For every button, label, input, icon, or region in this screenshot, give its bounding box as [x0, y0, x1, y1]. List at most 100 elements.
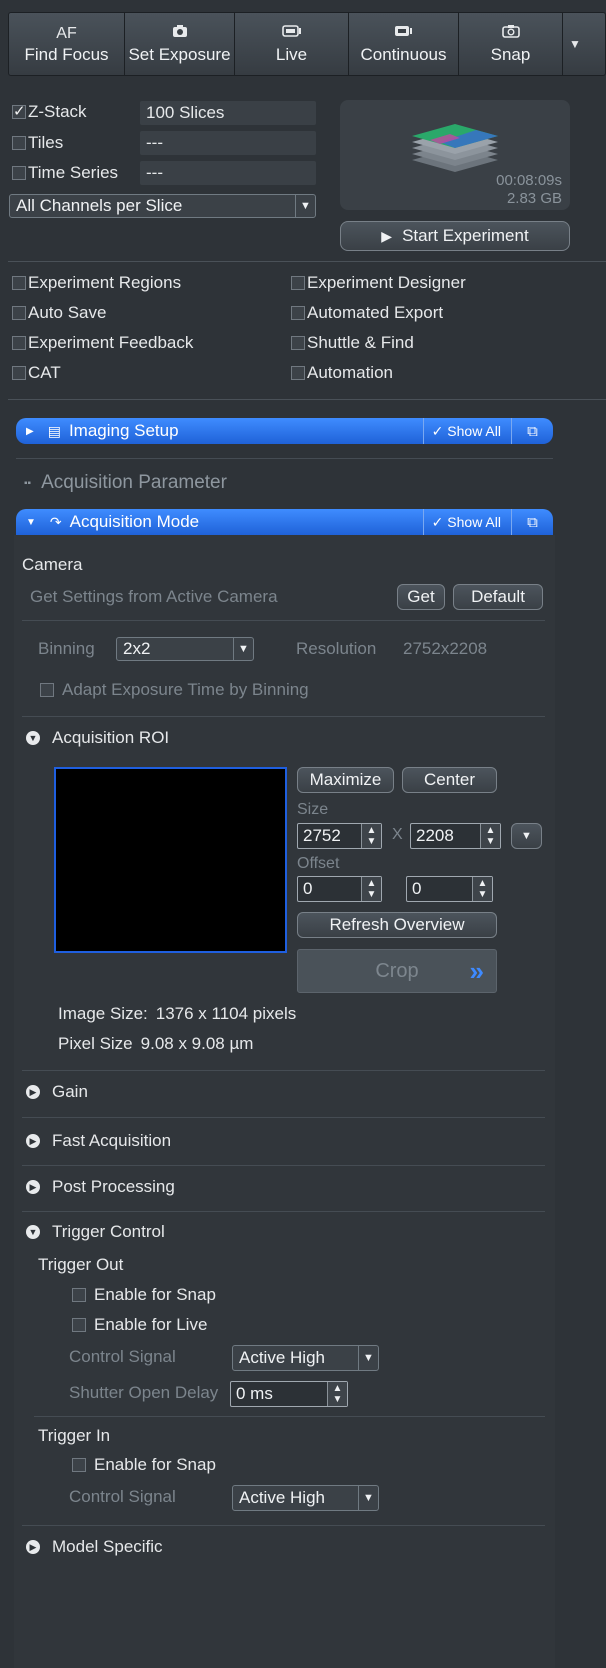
live-button[interactable]: Live	[235, 13, 349, 75]
size-height-spinner[interactable]: 2208 ▲ ▼	[410, 823, 501, 849]
trigger-control-section[interactable]: ▼ Trigger Control	[26, 1222, 165, 1242]
show-all-toggle[interactable]: ✓ Show All	[422, 418, 509, 444]
binning-dropdown[interactable]: 2x2 ▼	[116, 637, 254, 661]
enable-live-label: Enable for Live	[94, 1315, 208, 1334]
tiles-checkbox[interactable]: Tiles	[12, 133, 63, 153]
zstack-check[interactable]	[12, 102, 26, 120]
set-exposure-button[interactable]: Set Exposure	[125, 13, 235, 75]
acquisition-parameter-label: Acquisition Parameter	[41, 472, 227, 493]
adapt-exposure-label: Adapt Exposure Time by Binning	[62, 680, 309, 699]
tiles-value: ---	[140, 131, 316, 155]
enable-snap-check[interactable]	[72, 1288, 86, 1302]
trigger-out-enable-snap[interactable]: Enable for Snap	[72, 1285, 216, 1305]
imaging-setup-header[interactable]: ▶ ▤ Imaging Setup ✓ Show All ⧉	[16, 418, 553, 444]
zstack-checkbox[interactable]: Z-Stack	[12, 102, 87, 122]
experiment-feedback-option[interactable]: Experiment Feedback	[12, 333, 193, 353]
roi-preview[interactable]	[54, 767, 287, 953]
channels-mode-dropdown[interactable]: All Channels per Slice ▼	[9, 194, 316, 218]
maximize-button[interactable]: Maximize	[297, 767, 394, 793]
enable-snap-label: Enable for Snap	[94, 1285, 216, 1304]
find-focus-button[interactable]: AF Find Focus	[9, 13, 125, 75]
enable-snap-check[interactable]	[72, 1458, 86, 1472]
trigger-in-control-signal-dropdown[interactable]: Active High ▼	[232, 1485, 379, 1511]
toolbar-more-dropdown[interactable]: ▼	[563, 13, 587, 75]
pixel-size-label: Pixel Size	[58, 1034, 133, 1053]
experiment-preview: 00:08:09s 2.83 GB	[340, 100, 570, 210]
acquisition-roi-title: Acquisition ROI	[52, 728, 170, 747]
binning-value: 2x2	[123, 639, 151, 658]
shuttle-find-option[interactable]: Shuttle & Find	[291, 333, 414, 353]
get-button[interactable]: Get	[397, 584, 445, 610]
auto-save-option[interactable]: Auto Save	[12, 303, 106, 323]
automation-option[interactable]: Automation	[291, 363, 393, 383]
experiment-feedback-check[interactable]	[12, 336, 26, 350]
af-icon: AF	[56, 25, 77, 42]
crop-button[interactable]: Crop »	[297, 949, 497, 993]
center-button[interactable]: Center	[402, 767, 497, 793]
enable-live-check[interactable]	[72, 1318, 86, 1332]
popout-icon[interactable]: ⧉	[511, 418, 553, 444]
collapse-circle-icon: ▼	[26, 731, 40, 745]
popout-icon[interactable]: ⧉	[511, 509, 553, 535]
control-signal-dropdown[interactable]: Active High ▼	[232, 1345, 379, 1371]
resolution-label: Resolution	[296, 639, 377, 658]
offset-x-value: 0	[303, 879, 313, 898]
acquisition-parameter-title: ▪▪ Acquisition Parameter	[24, 472, 227, 494]
trigger-in-enable-snap[interactable]: Enable for Snap	[72, 1455, 216, 1475]
continuous-button[interactable]: Continuous	[349, 13, 459, 75]
spinner-arrows-icon[interactable]: ▲ ▼	[472, 877, 492, 901]
size-x-separator: X	[392, 826, 403, 843]
offset-x-spinner[interactable]: 0 ▲ ▼	[297, 876, 382, 902]
snap-button[interactable]: Snap	[459, 13, 563, 75]
trigger-out-enable-live[interactable]: Enable for Live	[72, 1315, 207, 1335]
expand-circle-icon: ▶	[26, 1134, 40, 1148]
cat-option[interactable]: CAT	[12, 363, 61, 383]
trigger-in-control-signal-value: Active High	[239, 1488, 325, 1507]
time-series-check[interactable]	[12, 166, 26, 180]
automated-export-option[interactable]: Automated Export	[291, 303, 443, 323]
acquisition-mode-header[interactable]: ▼ ↷ Acquisition Mode ✓ Show All ⧉	[16, 509, 553, 535]
auto-save-check[interactable]	[12, 306, 26, 320]
estimated-size: 2.83 GB	[506, 190, 562, 207]
time-series-checkbox[interactable]: Time Series	[12, 163, 118, 183]
chevron-down-icon: ▼	[521, 830, 532, 842]
spinner-arrows-icon[interactable]: ▲ ▼	[361, 824, 381, 848]
continuous-label: Continuous	[360, 45, 447, 64]
experiment-regions-check[interactable]	[12, 276, 26, 290]
gain-section[interactable]: ▶ Gain	[26, 1082, 88, 1102]
automated-export-check[interactable]	[291, 306, 305, 320]
post-processing-section[interactable]: ▶ Post Processing	[26, 1177, 175, 1197]
cat-check[interactable]	[12, 366, 26, 380]
start-experiment-button[interactable]: ▶ Start Experiment	[340, 221, 570, 251]
acquisition-mode-title: Acquisition Mode	[69, 512, 200, 531]
experiment-designer-option[interactable]: Experiment Designer	[291, 273, 466, 293]
show-all-label: Show All	[447, 514, 501, 530]
shutter-delay-spinner[interactable]: 0 ms ▲ ▼	[230, 1381, 348, 1407]
tiles-check[interactable]	[12, 136, 26, 150]
camera-icon	[172, 23, 188, 45]
spinner-arrows-icon[interactable]: ▲ ▼	[327, 1382, 347, 1406]
adapt-exposure-check[interactable]	[40, 683, 54, 697]
offset-y-spinner[interactable]: 0 ▲ ▼	[406, 876, 493, 902]
trigger-control-title: Trigger Control	[52, 1222, 165, 1241]
experiment-designer-check[interactable]	[291, 276, 305, 290]
size-width-spinner[interactable]: 2752 ▲ ▼	[297, 823, 382, 849]
model-specific-section[interactable]: ▶ Model Specific	[26, 1537, 163, 1557]
size-presets-dropdown[interactable]: ▼	[511, 823, 542, 849]
adapt-exposure-option[interactable]: Adapt Exposure Time by Binning	[40, 680, 309, 700]
trigger-in-control-signal-label: Control Signal	[69, 1487, 176, 1506]
acquisition-roi-section[interactable]: ▼ Acquisition ROI	[26, 728, 169, 748]
size-label: Size	[297, 801, 329, 818]
show-all-toggle[interactable]: ✓ Show All	[422, 509, 509, 535]
experiment-regions-option[interactable]: Experiment Regions	[12, 273, 181, 293]
default-button[interactable]: Default	[453, 584, 543, 610]
imaging-setup-icon: ▤	[47, 422, 61, 439]
spinner-arrows-icon[interactable]: ▲ ▼	[361, 877, 381, 901]
automation-check[interactable]	[291, 366, 305, 380]
fast-acquisition-section[interactable]: ▶ Fast Acquisition	[26, 1131, 171, 1151]
spinner-arrows-icon[interactable]: ▲ ▼	[480, 824, 500, 848]
post-processing-title: Post Processing	[52, 1177, 175, 1196]
refresh-overview-button[interactable]: Refresh Overview	[297, 912, 497, 938]
experiment-regions-label: Experiment Regions	[28, 273, 182, 292]
shuttle-find-check[interactable]	[291, 336, 305, 350]
